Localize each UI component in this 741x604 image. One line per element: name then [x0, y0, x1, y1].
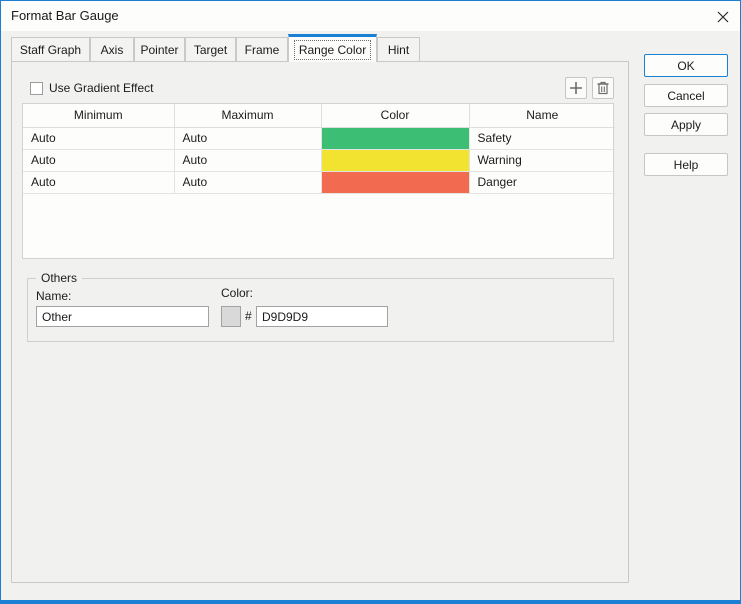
tab-hint[interactable]: Hint [377, 37, 420, 61]
trash-icon [596, 81, 610, 95]
table-row[interactable]: Auto Auto Danger [23, 171, 615, 194]
window-title: Format Bar Gauge [11, 8, 119, 23]
column-header-name[interactable]: Name [469, 104, 615, 128]
column-header-maximum[interactable]: Maximum [174, 104, 322, 128]
cell-name[interactable]: Danger [469, 171, 615, 194]
others-group-legend: Others [36, 271, 83, 285]
other-color-swatch[interactable] [221, 306, 241, 327]
other-name-input[interactable] [36, 306, 209, 327]
format-bar-gauge-dialog: Format Bar Gauge Staff Graph Axis Pointe… [0, 0, 741, 604]
cell-maximum[interactable]: Auto [174, 127, 322, 150]
table-row[interactable]: Auto Auto Warning [23, 149, 615, 172]
tab-frame[interactable]: Frame [236, 37, 288, 61]
plus-icon [569, 81, 583, 95]
cancel-button[interactable]: Cancel [644, 84, 728, 107]
cell-name[interactable]: Warning [469, 149, 615, 172]
cell-minimum[interactable]: Auto [23, 127, 175, 150]
cell-name[interactable]: Safety [469, 127, 615, 150]
other-color-hex-input[interactable] [256, 306, 388, 327]
tab-axis[interactable]: Axis [90, 37, 134, 61]
column-header-minimum[interactable]: Minimum [23, 104, 175, 128]
cell-maximum[interactable]: Auto [174, 149, 322, 172]
others-group: Others Name: Color: # [27, 271, 614, 342]
close-icon[interactable] [715, 9, 730, 24]
hex-hash-label: # [245, 309, 252, 323]
cell-minimum[interactable]: Auto [23, 171, 175, 194]
color-field-label: Color: [221, 286, 254, 300]
use-gradient-effect-checkbox[interactable] [30, 81, 43, 95]
column-header-color[interactable]: Color [321, 104, 470, 128]
use-gradient-effect-row: Use Gradient Effect [30, 81, 154, 95]
tab-pointer[interactable]: Pointer [134, 37, 185, 61]
cell-maximum[interactable]: Auto [174, 171, 322, 194]
range-table: Minimum Maximum Color Name Auto Auto Saf… [22, 103, 615, 259]
tab-range-color[interactable]: Range Color [288, 34, 377, 62]
tab-staff-graph[interactable]: Staff Graph [11, 37, 90, 61]
delete-range-button[interactable] [592, 77, 614, 99]
table-row[interactable]: Auto Auto Safety [23, 127, 615, 150]
use-gradient-effect-label: Use Gradient Effect [49, 81, 154, 95]
cell-color-swatch[interactable] [321, 171, 470, 194]
apply-button[interactable]: Apply [644, 113, 728, 136]
ok-button[interactable]: OK [644, 54, 728, 77]
table-header-row: Minimum Maximum Color Name [23, 104, 615, 128]
cell-color-swatch[interactable] [321, 149, 470, 172]
name-field-label: Name: [36, 289, 72, 303]
cell-minimum[interactable]: Auto [23, 149, 175, 172]
add-range-button[interactable] [565, 77, 587, 99]
help-button[interactable]: Help [644, 153, 728, 176]
tab-target[interactable]: Target [185, 37, 236, 61]
title-bar: Format Bar Gauge [1, 1, 740, 31]
cell-color-swatch[interactable] [321, 127, 470, 150]
range-color-panel: Use Gradient Effect Minimum Maximum Colo… [11, 61, 629, 583]
